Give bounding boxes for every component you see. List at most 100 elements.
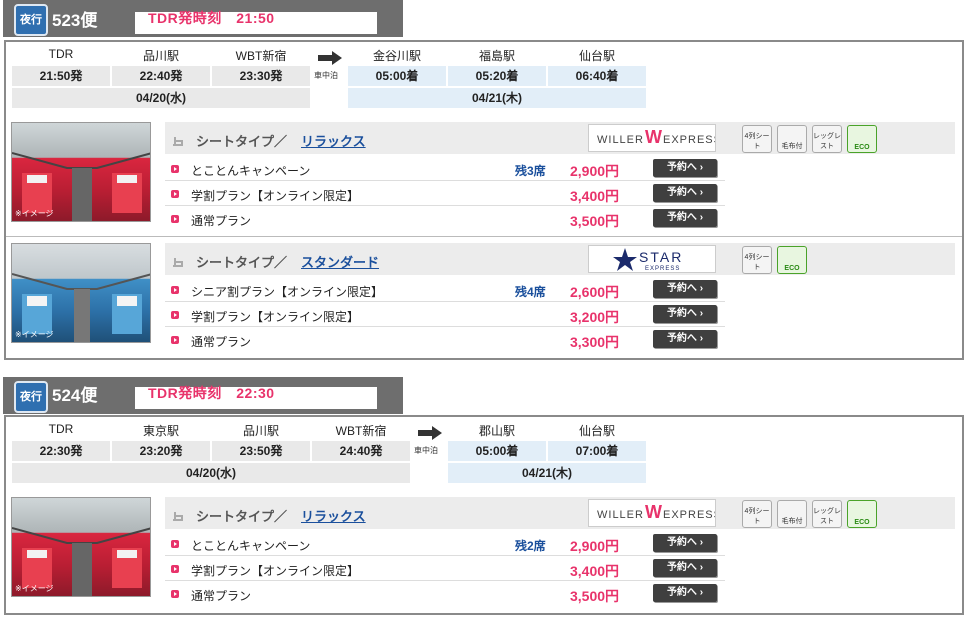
- bullet-icon: [171, 311, 179, 319]
- departure-station: TDR: [48, 422, 74, 436]
- reserve-button[interactable]: 予約へ ›: [653, 559, 717, 577]
- seat-icon: [173, 258, 183, 267]
- arrival-date: 04/21(木): [448, 463, 646, 483]
- plan-row: 学割プラン【オンライン限定】 3,400円 予約へ ›: [165, 182, 725, 206]
- eco-icon: ECO: [847, 125, 877, 153]
- plan-name: 通常プラン: [191, 214, 252, 228]
- plan-name: とことんキャンペーン: [191, 539, 311, 553]
- departure-station: TDR: [48, 47, 74, 61]
- seat-icon: [173, 512, 183, 521]
- departure-station: 東京駅: [142, 424, 179, 438]
- svg-text:W: W: [645, 127, 662, 147]
- reserve-button[interactable]: 予約へ ›: [653, 534, 717, 552]
- eco-icon: ECO: [847, 500, 877, 528]
- leg-rest-icon: レッグレスト: [812, 125, 842, 153]
- plan-price: 3,400円: [570, 188, 620, 204]
- tdr-departure-time: TDR発時刻 21:50: [148, 10, 275, 26]
- plan-name: とことんキャンペーン: [191, 164, 311, 178]
- flight-number: 523便: [52, 11, 98, 30]
- plan-row: 通常プラン 3,500円 予約へ ›: [165, 582, 725, 606]
- reserve-button[interactable]: 予約へ ›: [653, 280, 717, 298]
- plan-price: 3,500円: [570, 588, 620, 604]
- svg-text:W: W: [645, 502, 662, 522]
- tdr-departure-time: TDR発時刻 22:30: [148, 385, 275, 401]
- leg-rest-icon: レッグレスト: [812, 500, 842, 528]
- departure-time: 23:50発: [212, 441, 310, 461]
- seat-icon: [173, 137, 183, 146]
- plan-name: 学割プラン【オンライン限定】: [191, 564, 360, 578]
- seat-type-label: シートタイプ／: [196, 255, 288, 270]
- seat-type-label: シートタイプ／: [196, 134, 288, 149]
- reserve-button[interactable]: 予約へ ›: [653, 184, 717, 202]
- plan-row: とことんキャンペーン 残2席 2,900円 予約へ ›: [165, 532, 725, 556]
- four-row-seat-icon: 4列シート: [742, 500, 772, 528]
- bullet-icon: [171, 190, 179, 198]
- departure-station: 品川駅: [142, 49, 179, 63]
- departure-time: 21:50発: [12, 66, 110, 86]
- departure-date: 04/20(水): [12, 88, 310, 108]
- plan-price: 3,300円: [570, 334, 620, 350]
- right-arrow-icon: [318, 51, 342, 65]
- departure-date: 04/20(水): [12, 463, 410, 483]
- svg-text:EXPRESS: EXPRESS: [645, 266, 680, 272]
- svg-text:WILLER: WILLER: [597, 134, 644, 146]
- plan-price: 3,200円: [570, 309, 620, 325]
- svg-text:EXPRESS: EXPRESS: [663, 134, 715, 146]
- bullet-icon: [171, 336, 179, 344]
- reserve-button[interactable]: 予約へ ›: [653, 209, 717, 227]
- remaining-seats: 残2席: [515, 539, 546, 553]
- reserve-button[interactable]: 予約へ ›: [653, 159, 717, 177]
- arrival-time: 07:00着: [548, 441, 646, 461]
- image-note: ※イメージ: [15, 330, 54, 339]
- departure-time: 22:30発: [12, 441, 110, 461]
- bullet-icon: [171, 286, 179, 294]
- seat-type-label: シートタイプ／: [196, 509, 288, 524]
- seat-type-link[interactable]: リラックス: [301, 506, 366, 525]
- departure-station: 品川駅: [242, 424, 279, 438]
- bullet-icon: [171, 540, 179, 548]
- seat-type-link[interactable]: スタンダード: [301, 252, 379, 271]
- plan-name: 通常プラン: [191, 589, 252, 603]
- svg-text:EXPRESS: EXPRESS: [663, 509, 715, 521]
- image-note: ※イメージ: [15, 209, 54, 218]
- departure-station: WBT新宿: [335, 424, 387, 438]
- four-row-seat-icon: 4列シート: [742, 246, 772, 274]
- plan-row: 学割プラン【オンライン限定】 3,200円 予約へ ›: [165, 303, 725, 327]
- divider: [6, 236, 962, 237]
- svg-text:STAR: STAR: [639, 249, 683, 265]
- plan-name: 通常プラン: [191, 335, 252, 349]
- seat-type-link[interactable]: リラックス: [301, 131, 366, 150]
- plan-price: 3,400円: [570, 563, 620, 579]
- plan-row: 通常プラン 3,500円 予約へ ›: [165, 207, 725, 231]
- flight-number: 524便: [52, 386, 98, 405]
- reserve-button[interactable]: 予約へ ›: [653, 330, 717, 348]
- plan-row: 通常プラン 3,300円 予約へ ›: [165, 328, 725, 352]
- blanket-icon: 毛布付: [777, 125, 807, 153]
- star-express-logo: STAR EXPRESS: [588, 245, 716, 273]
- arrival-station: 仙台駅: [578, 49, 615, 63]
- right-arrow-icon: [418, 426, 442, 440]
- overnight-label: 車中泊: [314, 71, 338, 80]
- bullet-icon: [171, 565, 179, 573]
- arrival-station: 金谷川駅: [372, 49, 421, 63]
- bus-interior-photo: ※イメージ: [11, 243, 151, 343]
- arrival-time: 05:20着: [448, 66, 546, 86]
- bullet-icon: [171, 215, 179, 223]
- arrival-time: 05:00着: [348, 66, 446, 86]
- reserve-button[interactable]: 予約へ ›: [653, 584, 717, 602]
- eco-icon: ECO: [777, 246, 807, 274]
- bullet-icon: [171, 165, 179, 173]
- willer-express-logo: WILLERWEXPRESS: [588, 124, 721, 152]
- remaining-seats: 残3席: [515, 164, 546, 178]
- four-row-seat-icon: 4列シート: [742, 125, 772, 153]
- bus-interior-photo: ※イメージ: [11, 122, 151, 222]
- image-note: ※イメージ: [15, 584, 54, 593]
- blanket-icon: 毛布付: [777, 500, 807, 528]
- bus-interior-photo: ※イメージ: [11, 497, 151, 597]
- reserve-button[interactable]: 予約へ ›: [653, 305, 717, 323]
- plan-row: 学割プラン【オンライン限定】 3,400円 予約へ ›: [165, 557, 725, 581]
- departure-time: 22:40発: [112, 66, 210, 86]
- departure-time: 23:30発: [212, 66, 310, 86]
- arrival-time: 05:00着: [448, 441, 546, 461]
- willer-express-logo: WILLERWEXPRESS: [588, 499, 721, 527]
